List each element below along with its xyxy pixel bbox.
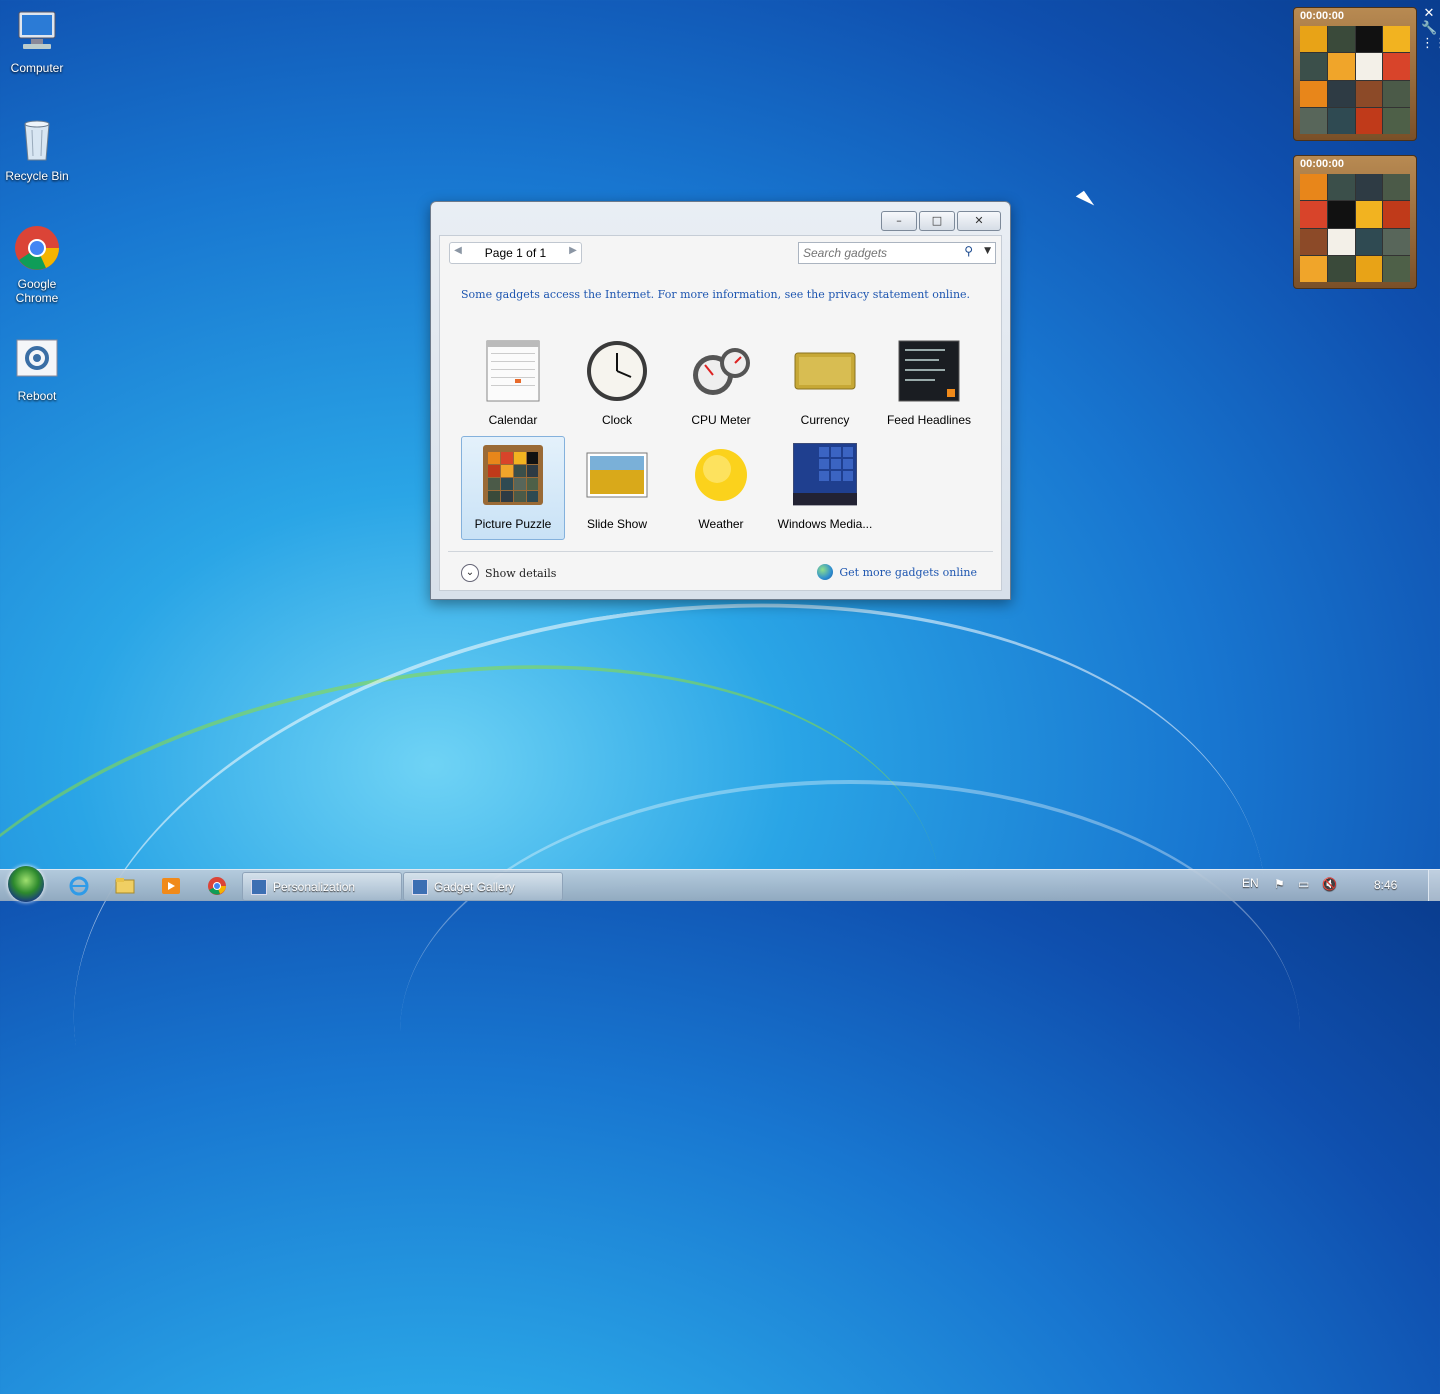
puzzle-timer: 00:00:00 xyxy=(1300,10,1345,22)
gadget-weather[interactable]: Weather xyxy=(669,436,773,540)
gadget-picture-puzzle[interactable]: Picture Puzzle xyxy=(461,436,565,540)
cpu-meter-icon xyxy=(693,348,750,395)
divider xyxy=(448,551,993,552)
gadget-name: Weather xyxy=(698,517,744,531)
reboot-icon xyxy=(16,339,58,377)
action-center-flag-icon[interactable]: ⚑ xyxy=(1274,877,1285,891)
desktop-icon-label: Google Chrome xyxy=(15,277,59,305)
clock-time[interactable]: 8:46 xyxy=(1374,878,1397,892)
chrome-icon xyxy=(15,226,59,270)
mouse-cursor xyxy=(1075,190,1095,212)
taskbar-item-label: Personalization xyxy=(273,879,356,894)
calendar-icon xyxy=(486,340,540,402)
media-player-icon[interactable] xyxy=(160,875,182,897)
gadget-name: Slide Show xyxy=(586,517,648,531)
recycle-bin-icon xyxy=(24,120,50,161)
currency-icon xyxy=(794,352,856,390)
picture-puzzle-icon xyxy=(483,445,543,505)
weather-icon xyxy=(695,449,747,501)
gadget-calendar[interactable]: Calendar xyxy=(461,332,565,436)
desktop-icon-label: Recycle Bin xyxy=(5,169,69,183)
page-navigator: ◀ Page 1 of 1 ▶ xyxy=(449,242,582,264)
start-button[interactable] xyxy=(8,866,44,902)
get-more-label: Get more gadgets online xyxy=(839,565,977,579)
feed-headlines-icon xyxy=(898,340,960,402)
gadget-slide-show[interactable]: Slide Show xyxy=(565,436,669,540)
search-dropdown-icon[interactable]: ▼ xyxy=(984,246,991,256)
gadget-grid: Calendar Clock CPU Meter Currency Feed H… xyxy=(461,332,981,540)
gadget-feed-headlines[interactable]: Feed Headlines xyxy=(877,332,981,436)
globe-icon xyxy=(817,564,834,580)
slide-show-icon xyxy=(586,452,648,498)
network-icon[interactable]: ▭ xyxy=(1298,877,1309,891)
internet-explorer-icon[interactable] xyxy=(68,875,90,897)
gadget-gallery-window: – □ ✕ ◀ Page 1 of 1 ▶ ⚲ ▼ Some gadgets a… xyxy=(430,201,1011,600)
gadget-name: Feed Headlines xyxy=(886,413,972,427)
maximize-button[interactable]: □ xyxy=(919,211,955,231)
taskbar-item-gadget-gallery[interactable]: Gadget Gallery xyxy=(403,872,563,901)
puzzle-timer: 00:00:00 xyxy=(1300,158,1345,170)
desktop-icon-google-chrome[interactable]: Google Chrome xyxy=(0,224,74,305)
desktop-icon-reboot[interactable]: Reboot xyxy=(0,336,74,403)
show-desktop-button[interactable] xyxy=(1428,870,1440,901)
personalization-icon xyxy=(251,878,267,895)
gadget-name: Currency xyxy=(800,413,850,427)
gadget-controls: ✕ 🔧 ⋮⋮ xyxy=(1421,6,1440,51)
close-button[interactable]: ✕ xyxy=(957,211,1001,231)
computer-icon xyxy=(18,11,56,49)
page-label: Page 1 of 1 xyxy=(484,246,547,260)
taskbar: Personalization Gadget Gallery EN ⚑ ▭ 🔇 … xyxy=(0,866,1440,902)
gadget-name: CPU Meter xyxy=(691,413,751,427)
gadget-currency[interactable]: Currency xyxy=(773,332,877,436)
picture-puzzle-gadget[interactable]: 00:00:00 xyxy=(1293,7,1417,141)
get-more-gadgets-link[interactable]: Get more gadgets online xyxy=(817,564,977,580)
privacy-notice-link[interactable]: Some gadgets access the Internet. For mo… xyxy=(461,288,970,301)
puzzle-grid[interactable] xyxy=(1300,174,1410,282)
gadget-cpu-meter[interactable]: CPU Meter xyxy=(669,332,773,436)
desktop-icon-recycle-bin[interactable]: Recycle Bin xyxy=(0,116,74,183)
gadget-name: Windows Media... xyxy=(777,517,873,531)
drag-handle-icon[interactable]: ⋮⋮ xyxy=(1421,36,1440,51)
gadget-name: Clock xyxy=(601,413,632,427)
gadget-name: Calendar xyxy=(488,413,538,427)
show-details-label: Show details xyxy=(485,566,557,580)
volume-muted-icon[interactable]: 🔇 xyxy=(1322,877,1337,891)
desktop-icon-label: Reboot xyxy=(17,389,57,403)
minimize-button[interactable]: – xyxy=(881,211,917,231)
show-details-toggle[interactable]: ⌄ Show details xyxy=(461,564,556,582)
gallery-content: ◀ Page 1 of 1 ▶ ⚲ ▼ Some gadgets access … xyxy=(439,235,1002,591)
wrench-icon[interactable]: 🔧 xyxy=(1421,21,1437,36)
chrome-icon[interactable] xyxy=(206,875,228,897)
taskbar-item-personalization[interactable]: Personalization xyxy=(242,872,402,901)
gadget-windows-media[interactable]: Windows Media... xyxy=(773,436,877,540)
gadget-name: Picture Puzzle xyxy=(474,517,552,531)
taskbar-item-label: Gadget Gallery xyxy=(434,879,515,894)
file-explorer-icon[interactable] xyxy=(114,875,136,897)
gadget-clock[interactable]: Clock xyxy=(565,332,669,436)
gadget-gallery-icon xyxy=(412,878,428,895)
chevron-down-icon[interactable]: ⌄ xyxy=(461,564,479,582)
desktop-icon-label: Computer xyxy=(10,61,64,75)
search-box[interactable]: ⚲ ▼ xyxy=(798,242,996,264)
picture-puzzle-gadget[interactable]: 00:00:00 xyxy=(1293,155,1417,289)
search-icon[interactable]: ⚲ xyxy=(964,244,973,258)
next-page-icon[interactable]: ▶ xyxy=(567,245,579,256)
close-icon[interactable]: ✕ xyxy=(1421,6,1437,21)
wallpaper-streak xyxy=(400,780,1300,1284)
windows-media-icon xyxy=(792,442,858,506)
search-input[interactable] xyxy=(803,244,953,261)
language-indicator[interactable]: EN xyxy=(1242,876,1259,890)
puzzle-grid[interactable] xyxy=(1300,26,1410,134)
desktop-icon-computer[interactable]: Computer xyxy=(0,8,74,75)
window-controls: – □ ✕ xyxy=(881,211,1001,231)
clock-icon xyxy=(587,341,647,401)
